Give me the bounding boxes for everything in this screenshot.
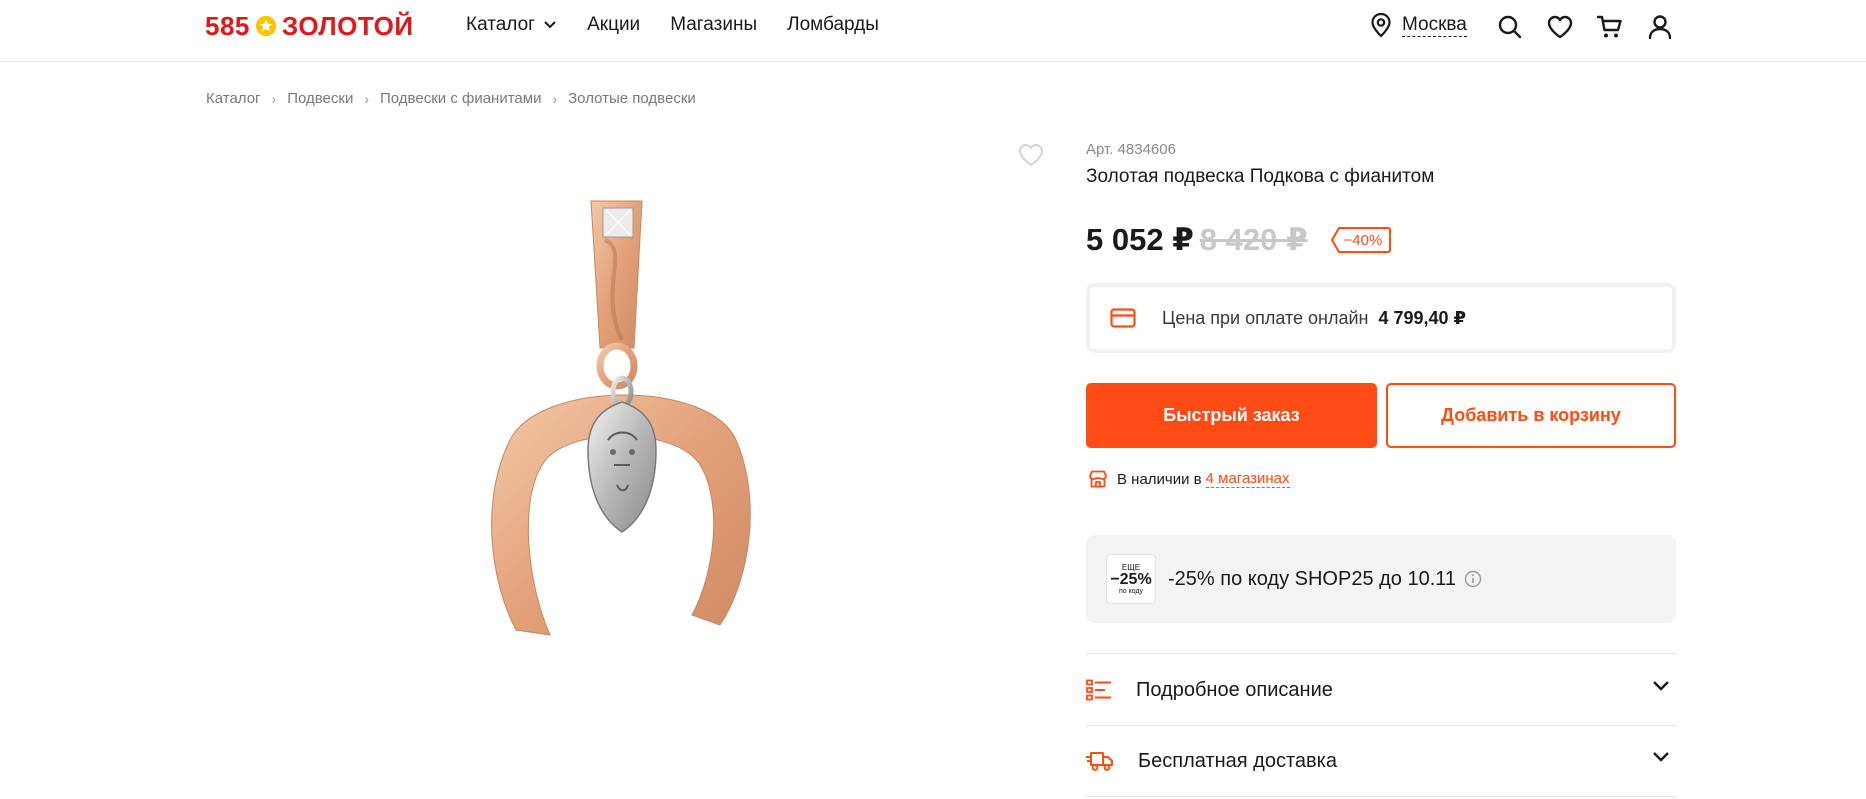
list-icon xyxy=(1086,679,1111,701)
online-price-value: 4 799,40 ₽ xyxy=(1378,307,1467,328)
nav-pawnshops[interactable]: Ломбарды xyxy=(787,14,879,36)
logo-star-icon xyxy=(255,15,276,37)
chevron-down-icon xyxy=(544,21,556,29)
promo-text: -25% по коду SHOP25 до 10.11 xyxy=(1168,567,1457,590)
online-price-label: Цена при оплате онлайн xyxy=(1162,307,1369,328)
user-icon xyxy=(1648,15,1672,40)
site-header: 585 ЗОЛОТОЙ Каталог Акции Магазины Ломба… xyxy=(0,0,1866,62)
cart-icon xyxy=(1596,15,1622,38)
info-icon[interactable] xyxy=(1464,570,1482,588)
online-payment-price: Цена при оплате онлайн 4 799,40 ₽ xyxy=(1086,283,1676,353)
promo-code-block: ЕЩЕ −25% по коду -25% по коду SHOP25 до … xyxy=(1086,535,1676,623)
header-actions xyxy=(1496,13,1696,41)
promo-badge: ЕЩЕ −25% по коду xyxy=(1106,554,1156,604)
nav-pawnshops-label: Ломбарды xyxy=(787,14,879,35)
heart-icon xyxy=(1019,144,1043,166)
delivery-truck-icon xyxy=(1086,752,1113,771)
chevron-right-icon: › xyxy=(364,90,370,107)
article-number: Арт. 4834606 xyxy=(1086,141,1176,158)
store-icon xyxy=(1089,470,1107,488)
accordion-description-label: Подробное описание xyxy=(1136,678,1333,701)
nav-stores-label: Магазины xyxy=(670,14,758,35)
add-to-favorites-button[interactable] xyxy=(1017,142,1045,173)
stock-text: В наличии в xyxy=(1117,470,1202,488)
cart-button[interactable] xyxy=(1596,13,1624,41)
promo-badge-bottom: по коду xyxy=(1118,587,1144,595)
breadcrumb-item[interactable]: Подвески xyxy=(287,90,353,107)
nav-promotions[interactable]: Акции xyxy=(587,14,640,36)
stock-stores-link[interactable]: 4 магазинах xyxy=(1205,470,1290,488)
old-price: 8 420 ₽ xyxy=(1199,222,1308,257)
stock-availability: В наличии в 4 магазинах xyxy=(1088,470,1290,488)
quick-order-button[interactable]: Быстрый заказ xyxy=(1086,383,1377,448)
breadcrumb-item[interactable]: Каталог xyxy=(206,90,261,107)
chevron-right-icon: › xyxy=(552,90,558,107)
promo-badge-value: −25% xyxy=(1110,570,1152,588)
divider xyxy=(1086,653,1676,654)
product-title: Золотая подвеска Подкова с фианитом xyxy=(1086,166,1435,187)
nav-promotions-label: Акции xyxy=(587,14,641,35)
breadcrumb: Каталог › Подвески › Подвески с фианитам… xyxy=(206,90,696,107)
heart-icon xyxy=(1547,15,1573,39)
search-icon xyxy=(1498,15,1522,39)
city-selector[interactable]: Москва xyxy=(1370,12,1467,38)
breadcrumb-item[interactable]: Золотые подвески xyxy=(568,90,696,107)
price-row: 5 052 ₽ 8 420 ₽ −40% xyxy=(1086,222,1391,258)
logo-text: ЗОЛОТОЙ xyxy=(281,10,414,41)
chevron-right-icon: › xyxy=(271,90,277,107)
chevron-down-icon xyxy=(1653,681,1669,691)
chevron-down-icon xyxy=(1653,752,1669,762)
city-name: Москва xyxy=(1402,13,1467,37)
logo[interactable]: 585 ЗОЛОТОЙ xyxy=(205,9,414,43)
account-button[interactable] xyxy=(1646,13,1674,41)
nav-catalog-label: Каталог xyxy=(466,14,536,35)
accordion-delivery-label: Бесплатная доставка xyxy=(1138,749,1337,772)
nav-stores[interactable]: Магазины xyxy=(670,14,757,36)
breadcrumb-item[interactable]: Подвески с фианитами xyxy=(380,90,541,107)
current-price: 5 052 ₽ xyxy=(1086,222,1194,257)
divider xyxy=(1086,796,1676,797)
discount-value: −40% xyxy=(1343,231,1383,249)
add-to-cart-button[interactable]: Добавить в корзину xyxy=(1386,383,1676,448)
accordion-description[interactable]: Подробное описание xyxy=(1086,655,1676,725)
discount-badge: −40% xyxy=(1330,226,1391,254)
product-image[interactable] xyxy=(480,180,780,650)
logo-number: 585 xyxy=(205,10,250,41)
main-nav: Каталог Акции Магазины Ломбарды xyxy=(466,14,909,36)
location-icon xyxy=(1371,12,1391,38)
accordion-delivery[interactable]: Бесплатная доставка xyxy=(1086,726,1676,796)
search-button[interactable] xyxy=(1496,13,1524,41)
nav-catalog[interactable]: Каталог xyxy=(466,14,557,36)
credit-card-icon xyxy=(1110,308,1136,328)
favorites-button[interactable] xyxy=(1546,13,1574,41)
